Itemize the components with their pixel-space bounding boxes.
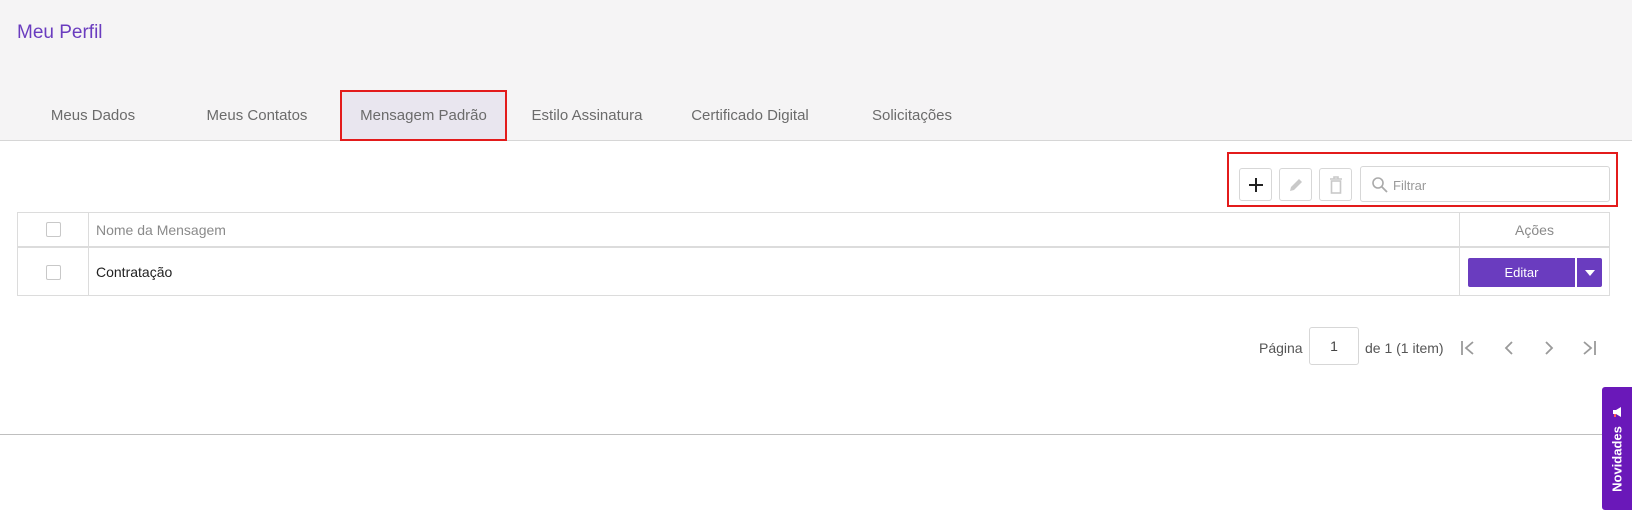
row-checkbox[interactable] <box>46 265 61 280</box>
page-label: Página <box>1259 340 1303 356</box>
chevron-right-icon <box>1545 341 1554 355</box>
trash-icon <box>1329 175 1342 194</box>
messages-table: Nome da Mensagem Ações Contratação Edita… <box>17 212 1610 296</box>
tab-solicitacoes[interactable]: Solicitações <box>858 90 966 141</box>
content-divider <box>0 434 1632 435</box>
row-message-name: Contratação <box>96 264 173 280</box>
pencil-icon <box>1289 178 1302 191</box>
tab-meus-contatos[interactable]: Meus Contatos <box>194 90 320 141</box>
edit-toolbar-button[interactable] <box>1279 168 1312 201</box>
filter-input[interactable] <box>1393 175 1598 195</box>
tab-meus-dados[interactable]: Meus Dados <box>34 90 152 141</box>
megaphone-icon <box>1613 407 1621 417</box>
plus-icon <box>1248 177 1263 192</box>
select-all-checkbox[interactable] <box>46 222 61 237</box>
tab-mensagem-padrao[interactable]: Mensagem Padrão <box>340 90 507 141</box>
last-page-button[interactable] <box>1576 336 1600 360</box>
profile-header: Meu Perfil Meus Dados Meus Contatos Mens… <box>0 0 1632 141</box>
page-title: Meu Perfil <box>17 22 103 43</box>
actions-dropdown-button[interactable] <box>1577 258 1602 287</box>
last-page-icon <box>1583 341 1596 355</box>
column-divider <box>88 213 89 295</box>
first-page-icon <box>1461 341 1474 355</box>
table-header: Nome da Mensagem Ações <box>18 213 1609 248</box>
caret-down-icon <box>1584 269 1595 276</box>
edit-button[interactable]: Editar <box>1468 258 1575 287</box>
tab-estilo-assinatura[interactable]: Estilo Assinatura <box>522 90 652 141</box>
previous-page-button[interactable] <box>1497 336 1521 360</box>
chevron-left-icon <box>1504 341 1513 355</box>
novidades-button[interactable]: Novidades <box>1602 387 1632 510</box>
first-page-button[interactable] <box>1457 336 1481 360</box>
novidades-label: Novidades <box>1609 426 1625 492</box>
column-divider <box>1459 213 1460 295</box>
column-header-actions: Ações <box>1515 222 1554 238</box>
page-number-input[interactable] <box>1309 327 1359 365</box>
column-header-name[interactable]: Nome da Mensagem <box>96 222 226 238</box>
table-row[interactable]: Contratação Editar <box>18 248 1609 295</box>
add-button[interactable] <box>1239 168 1272 201</box>
delete-button[interactable] <box>1319 168 1352 201</box>
filter-field[interactable] <box>1360 166 1610 202</box>
next-page-button[interactable] <box>1537 336 1561 360</box>
search-icon <box>1372 177 1388 193</box>
tab-certificado-digital[interactable]: Certificado Digital <box>680 90 820 141</box>
page-summary: de 1 (1 item) <box>1365 340 1444 356</box>
